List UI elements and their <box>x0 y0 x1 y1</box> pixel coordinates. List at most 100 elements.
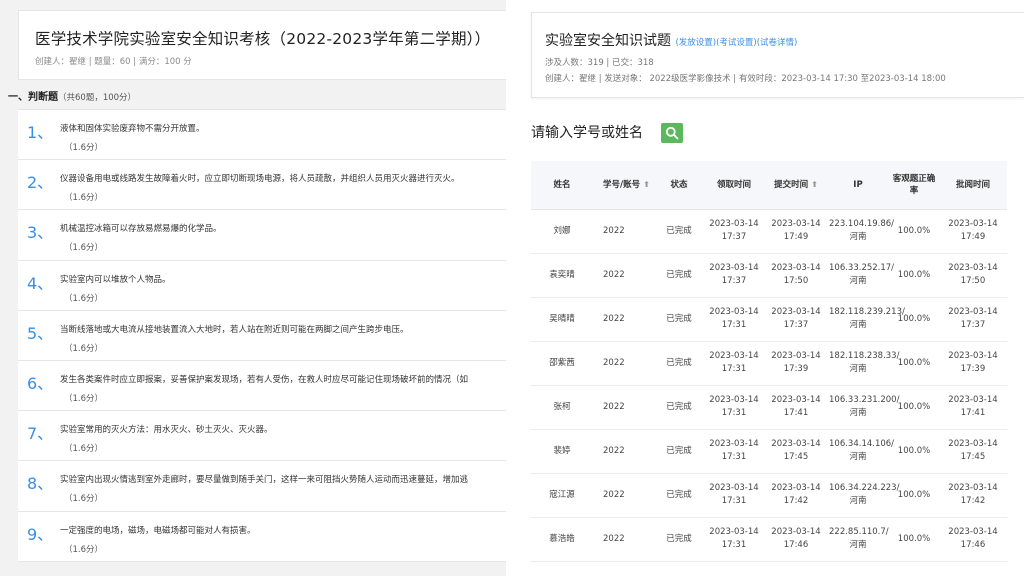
cell-review-time: 2023-03-14 17:46 <box>939 517 1007 562</box>
cell-review-time: 2023-03-14 17:45 <box>939 429 1007 474</box>
cell-status: 已完成 <box>655 209 703 254</box>
cell-student-id: 2022 <box>593 429 655 474</box>
link-paper-details[interactable]: (试卷详情) <box>757 38 798 48</box>
col-header-id-label: 学号/账号 <box>603 179 641 190</box>
question-item[interactable]: 1、 液体和固体实验废弃物不需分开放置。 （1.6分） <box>18 110 506 161</box>
question-item[interactable]: 4、 实验室内可以堆放个人物品。 （1.6分） <box>18 261 506 311</box>
cell-status: 已完成 <box>655 253 703 298</box>
section-title-label: 一、判断题 <box>8 92 58 103</box>
question-item[interactable]: 6、 发生各类案件时应立即报案，妥善保护案发现场，若有人受伤，在救人时应尽可能记住… <box>18 361 506 412</box>
exam-title: 医学技术学院实验室安全知识考核（2022-2023学年第二学期）） <box>35 30 491 48</box>
col-header-review-time: 批阅时间 <box>939 161 1007 210</box>
cell-receive-time: 2023-03-14 17:31 <box>703 385 765 430</box>
cell-status: 已完成 <box>655 429 703 474</box>
cell-accuracy: 100.0% <box>889 385 939 430</box>
cell-student-id: 2022 <box>593 341 655 386</box>
cell-accuracy: 100.0% <box>889 253 939 298</box>
question-item[interactable]: 9、 一定强度的电场，磁场，电磁场都可能对人有损害。 （1.6分） <box>18 512 506 562</box>
cell-student-id: 2022 <box>593 209 655 254</box>
cell-submit-time: 2023-03-14 17:45 <box>765 429 827 474</box>
cell-ip: 106.33.231.200/河南 <box>827 385 899 430</box>
cell-ip: 106.34.224.223/河南 <box>827 473 899 518</box>
cell-student-id: 2022 <box>593 253 655 298</box>
sort-arrow-icon[interactable]: ⬆ <box>811 180 818 189</box>
cell-accuracy: 100.0% <box>889 341 939 386</box>
question-text: 当断线落地或大电流从接地装置流入大地时，若人站在附近则可能在两脚之间产生跨步电压… <box>60 324 409 335</box>
col-header-ip: IP <box>827 161 889 210</box>
cell-name: 慕浩皓 <box>531 517 593 562</box>
exam-header: 医学技术学院实验室安全知识考核（2022-2023学年第二学期）） 创建人：翟继… <box>18 10 506 80</box>
search-input[interactable] <box>531 122 657 144</box>
question-score: （1.6分） <box>64 143 104 153</box>
cell-name: 裴婷 <box>531 429 593 474</box>
cell-submit-time: 2023-03-14 17:42 <box>765 473 827 518</box>
question-number: 1、 <box>27 123 54 142</box>
question-item[interactable]: 2、 仪器设备用电或线路发生故障着火时，应立即切断现场电源，将人员疏散，并组织人员… <box>18 160 506 211</box>
cell-student-id: 2022 <box>593 517 655 562</box>
link-exam-settings[interactable]: (考试设置) <box>716 38 757 48</box>
question-item[interactable]: 7、 实验室常用的灭火方法：用水灭火、砂土灭火、灭火器。 （1.6分） <box>18 411 506 462</box>
cell-review-time: 2023-03-14 17:37 <box>939 297 1007 342</box>
question-item[interactable]: 8、 实验室内出现火情逃到室外走廊时，要尽量做到随手关门，这样一来可阻挡火势随人运… <box>18 461 506 512</box>
table-row[interactable]: 寇江源 2022 已完成 2023-03-14 17:31 2023-03-14 17:… <box>531 473 1007 518</box>
cell-receive-time: 2023-03-14 17:31 <box>703 473 765 518</box>
col-header-receive-time: 领取时间 <box>703 161 765 210</box>
cell-student-id: 2022 <box>593 473 655 518</box>
col-header-submit-time[interactable]: 提交时间 ⬆ <box>765 161 827 210</box>
table-row[interactable]: 张柯 2022 已完成 2023-03-14 17:31 2023-03-14 17:4… <box>531 385 1007 430</box>
link-release-settings[interactable]: (发放设置) <box>675 38 716 48</box>
question-score: （1.6分） <box>64 293 104 304</box>
question-text: 机械温控冰箱可以存放易燃易爆的化学品。 <box>60 224 222 235</box>
cell-ip: 106.33.252.17/河南 <box>827 253 894 298</box>
cell-status: 已完成 <box>655 297 703 342</box>
section-subtitle: （共60题，100分） <box>58 93 137 103</box>
cell-review-time: 2023-03-14 17:39 <box>939 341 1007 386</box>
table-row[interactable]: 邵紫茜 2022 已完成 2023-03-14 17:31 2023-03-14 17:… <box>531 341 1007 386</box>
table-row[interactable]: 刘娜 2022 已完成 2023-03-14 17:37 2023-03-14 17:4… <box>531 209 1007 254</box>
cell-name: 袁奕晴 <box>531 253 593 298</box>
cell-receive-time: 2023-03-14 17:31 <box>703 341 765 386</box>
question-text: 仪器设备用电或线路发生故障着火时，应立即切断现场电源，将人员疏散，并组织人员用灭… <box>60 174 460 185</box>
results-table: 姓名 学号/账号 ⬆ 状态 领取时间 提交时间 ⬆ IP 客观题正确率 批阅时间… <box>531 161 1007 562</box>
section-title: 一、判断题（共60题，100分） <box>8 88 136 103</box>
cell-name: 邵紫茜 <box>531 341 593 386</box>
question-score: （1.6分） <box>64 193 104 204</box>
exam-meta: 创建人：翟继 | 题量：60 | 满分：100 分 <box>35 57 192 67</box>
cell-receive-time: 2023-03-14 17:37 <box>703 209 765 254</box>
col-header-status: 状态 <box>655 161 703 210</box>
cell-student-id: 2022 <box>593 385 655 430</box>
cell-accuracy: 100.0% <box>889 297 939 342</box>
cell-name: 张柯 <box>531 385 593 430</box>
sort-arrow-icon[interactable]: ⬆ <box>643 180 650 189</box>
cell-submit-time: 2023-03-14 17:37 <box>765 297 827 342</box>
col-header-id[interactable]: 学号/账号 ⬆ <box>593 161 655 210</box>
cell-review-time: 2023-03-14 17:42 <box>939 473 1007 518</box>
col-header-submit-label: 提交时间 <box>774 179 809 190</box>
question-item[interactable]: 3、 机械温控冰箱可以存放易燃易爆的化学品。 （1.6分） <box>18 210 506 261</box>
cell-submit-time: 2023-03-14 17:41 <box>765 385 827 430</box>
search-icon <box>665 126 679 140</box>
cell-receive-time: 2023-03-14 17:37 <box>703 253 765 298</box>
question-number: 3、 <box>27 223 54 243</box>
table-row[interactable]: 慕浩皓 2022 已完成 2023-03-14 17:31 2023-03-14 17:… <box>531 517 1007 562</box>
question-text: 实验室常用的灭火方法：用水灭火、砂土灭火、灭火器。 <box>60 425 273 436</box>
search-button[interactable] <box>661 123 683 143</box>
cell-accuracy: 100.0% <box>889 429 939 474</box>
table-row[interactable]: 吴晴晴 2022 已完成 2023-03-14 17:31 2023-03-14 17:… <box>531 297 1007 342</box>
question-list: 1、 液体和固体实验废弃物不需分开放置。 （1.6分） 2、 仪器设备用电或线路发生故障… <box>18 109 506 562</box>
table-row[interactable]: 裴婷 2022 已完成 2023-03-14 17:31 2023-03-14 17:4… <box>531 429 1007 474</box>
cell-ip: 182.118.238.33/河南 <box>827 341 899 386</box>
col-header-name: 姓名 <box>531 161 593 210</box>
cell-receive-time: 2023-03-14 17:31 <box>703 297 765 342</box>
cell-submit-time: 2023-03-14 17:39 <box>765 341 827 386</box>
cell-name: 寇江源 <box>531 473 593 518</box>
exam-info-box: 实验室安全知识试题 (发放设置)(考试设置)(试卷详情) 涉及人数：319 | … <box>531 12 1024 98</box>
question-score: （1.6分） <box>64 343 104 354</box>
cell-ip: 223.104.19.86/河南 <box>827 209 894 254</box>
exam-question-panel: 医学技术学院实验室安全知识考核（2022-2023学年第二学期）） 创建人：翟继… <box>0 0 506 576</box>
question-item[interactable]: 5、 当断线落地或大电流从接地装置流入大地时，若人站在附近则可能在两脚之间产生跨步… <box>18 311 506 361</box>
question-number: 4、 <box>27 273 54 293</box>
table-header-row: 姓名 学号/账号 ⬆ 状态 领取时间 提交时间 ⬆ IP 客观题正确率 批阅时间 <box>531 161 1007 210</box>
table-row[interactable]: 袁奕晴 2022 已完成 2023-03-14 17:37 2023-03-14 17:… <box>531 253 1007 298</box>
cell-ip: 182.118.239.213/河南 <box>827 297 905 342</box>
